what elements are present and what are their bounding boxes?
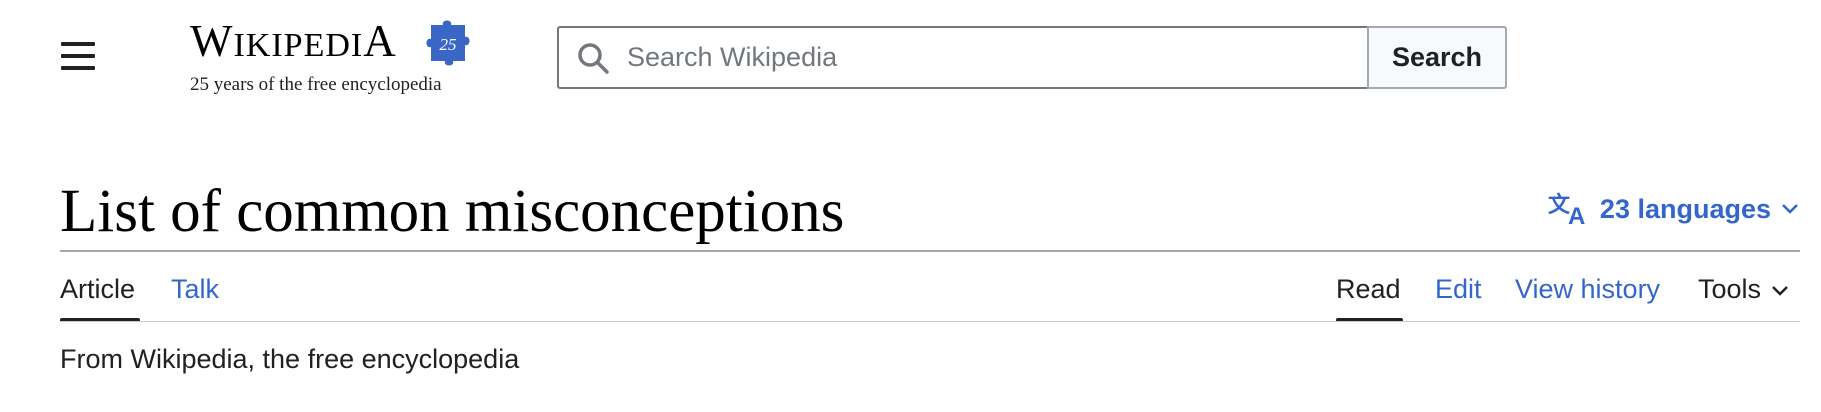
language-count: 23 languages [1599, 193, 1771, 224]
wordmark-mid: IKIPEDI [233, 27, 364, 64]
search-button[interactable]: Search [1367, 26, 1507, 89]
svg-text:A: A [1568, 203, 1585, 228]
wordmark-first: W [190, 16, 234, 66]
title-divider [60, 250, 1800, 252]
page: WIKIPEDIA 25 25 years of the free encycl… [0, 0, 1821, 412]
logo-wordmark: WIKIPEDIA [190, 16, 397, 71]
menu-icon-bar [61, 42, 95, 46]
search-icon [578, 42, 609, 74]
main-menu-button[interactable] [55, 36, 101, 76]
chevron-down-icon [1782, 204, 1798, 214]
site-subtitle: From Wikipedia, the free encyclopedia [60, 344, 520, 374]
page-title: List of common misconceptions [60, 178, 845, 245]
menu-icon-bar [61, 54, 95, 58]
tools-menu[interactable]: Tools [1698, 272, 1789, 306]
tab-edit[interactable]: Edit [1435, 272, 1482, 306]
wikipedia-logo[interactable]: WIKIPEDIA 25 25 years of the free encycl… [190, 12, 480, 102]
tab-talk[interactable]: Talk [171, 272, 219, 306]
tabs-divider [60, 321, 1800, 322]
chevron-down-icon [1772, 285, 1788, 296]
wordmark-last: A [363, 16, 397, 66]
puzzle-badge-text: 25 [440, 35, 457, 54]
tools-label: Tools [1698, 274, 1762, 304]
language-icon: 文 A [1548, 192, 1585, 228]
language-button[interactable]: 文 A 23 languages [1548, 190, 1799, 228]
search-box[interactable] [557, 26, 1367, 89]
tab-read[interactable]: Read [1336, 272, 1401, 306]
puzzle-icon: 25 [426, 20, 470, 66]
search-form: Search [557, 26, 1507, 89]
tab-view-history[interactable]: View history [1515, 272, 1660, 306]
menu-icon-bar [61, 66, 95, 70]
tab-article[interactable]: Article [60, 272, 135, 306]
search-input[interactable] [625, 41, 1329, 74]
logo-tagline: 25 years of the free encyclopedia [190, 74, 442, 95]
